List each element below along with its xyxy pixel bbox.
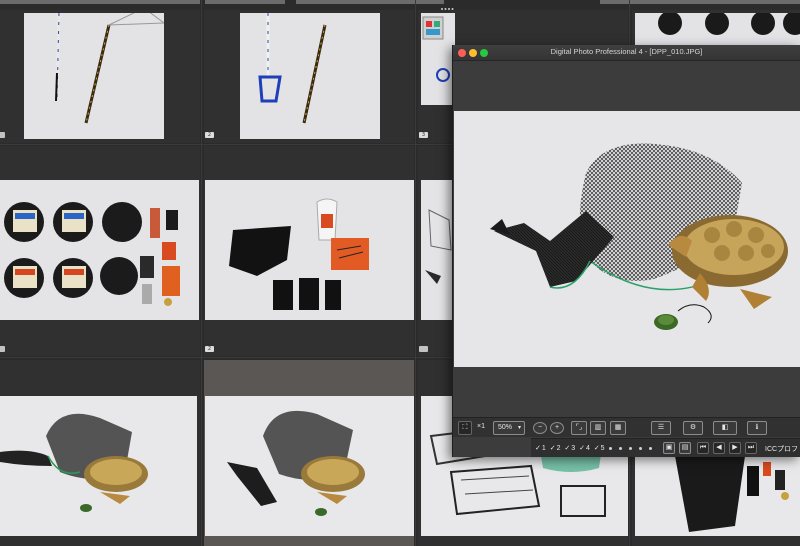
preview-pane [453,62,800,456]
thumbnail-cell[interactable] [0,146,200,356]
compare-icon[interactable]: ▥ [590,421,606,435]
top-panel-strip [205,0,285,4]
star-icon[interactable] [639,447,642,450]
histogram-icon[interactable]: ◧ [713,421,737,435]
next-image-icon[interactable]: ▶ [729,442,741,454]
thumbnail-cell[interactable] [0,360,200,546]
top-panel-strip [0,0,200,4]
thumbnail-image[interactable] [205,396,414,536]
thumbnail-cell[interactable]: 2 [204,146,414,356]
info-icon[interactable]: ℹ [747,421,767,435]
thumbnail-image[interactable] [240,13,380,139]
zoom-select[interactable]: 50% ▾ [493,421,525,435]
delete-icon[interactable]: ▣ [663,442,675,454]
thumbnail-badge: 2 [205,346,214,352]
preview-image[interactable] [454,111,800,367]
thumbnail-image[interactable] [205,180,414,320]
top-panel-strip [296,0,444,4]
top-panel-strip [600,0,800,4]
star-icon[interactable] [649,447,652,450]
window-title: Digital Photo Professional 4 - [DPP_010.… [550,47,703,56]
minus-circle-icon[interactable]: − [533,422,547,434]
thumbnail-image[interactable] [421,13,455,105]
thumbnail-image[interactable] [24,13,164,139]
thumbnail-image[interactable] [0,396,197,536]
thumbnail-image[interactable] [421,180,455,320]
window-titlebar[interactable]: Digital Photo Professional 4 - [DPP_010.… [453,45,800,61]
star-icon[interactable] [629,447,632,450]
rating-stars-icon[interactable]: ✓1 ✓2 ✓3 ✓4 ✓5 [535,444,606,452]
copy-icon[interactable]: ▤ [679,442,691,454]
star-icon[interactable] [609,447,612,450]
star-icon[interactable] [619,447,622,450]
first-image-icon[interactable]: ⏮ [697,442,709,454]
last-image-icon[interactable]: ⏭ [745,442,757,454]
previous-image-icon[interactable]: ◀ [713,442,725,454]
thumbnail-browser: 2 3 2 Digital Photo Professional 4 - [DP… [0,0,800,546]
list-view-icon[interactable]: ☰ [651,421,671,435]
thumbnail-badge: 3 [419,132,428,138]
preview-toolbar: ⛶ ×1 50% ▾ − + ⌜⌟ ▥ ▦ ☰ ⚙ ◧ ℹ [453,417,800,437]
preview-window: Digital Photo Professional 4 - [DPP_010.… [452,45,800,457]
zoom-value: 50% [498,424,513,431]
thumbnail-badge: 2 [205,132,214,138]
af-point-icon[interactable]: ⌜⌟ [571,421,587,435]
rating-toolbar: ✓1 ✓2 ✓3 ✓4 ✓5 ▣ ▤ ⏮ ◀ ▶ ⏭ ICCプロフ [531,438,800,457]
zoom-1x-button[interactable]: ×1 [477,423,485,430]
thumbnail-cell[interactable]: 2 [204,10,414,143]
grid-divider [415,0,416,546]
grid-overlay-icon[interactable]: ▦ [610,421,626,435]
thumbnail-badge [0,132,5,138]
thumbnail-cell-selected[interactable] [204,360,414,546]
settings-icon[interactable]: ⚙ [683,421,703,435]
chevron-down-icon: ▾ [517,425,521,431]
thumbnail-cell[interactable] [0,10,200,143]
thumbnail-image[interactable] [0,180,199,320]
icc-profile-label: ICCプロフ [765,446,799,453]
thumbnail-image[interactable] [635,13,800,45]
thumbnail-badge [419,346,428,352]
thumbnail-badge [0,346,5,352]
grid-divider [201,0,202,546]
fit-screen-icon[interactable]: ⛶ [458,421,472,435]
plus-circle-icon[interactable]: + [550,422,564,434]
thumbnail-image[interactable] [635,456,800,536]
